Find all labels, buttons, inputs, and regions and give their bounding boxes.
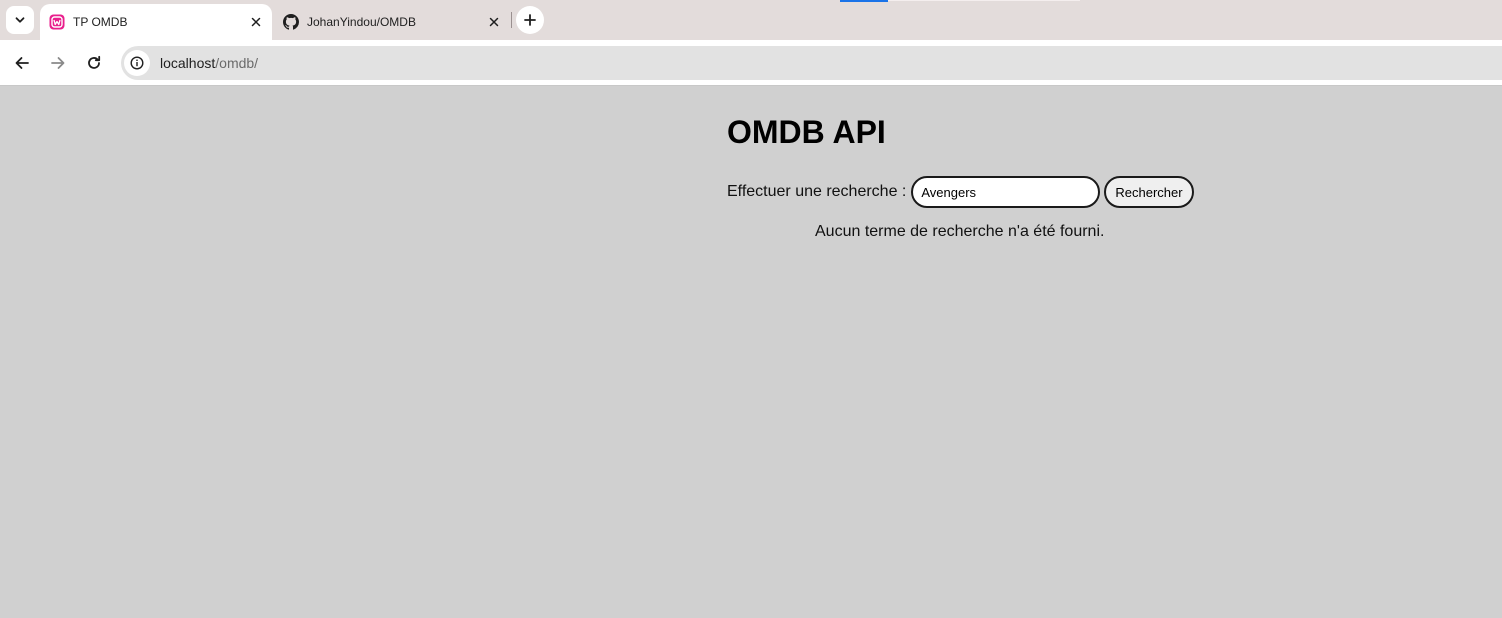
site-info-button[interactable] [124,50,150,76]
close-icon[interactable] [484,12,504,32]
reload-button[interactable] [80,49,108,77]
tab-github-omdb[interactable]: JohanYindou/OMDB [274,4,510,40]
chevron-down-icon [15,17,25,23]
status-message: Aucun terme de recherche n'a été fourni. [815,223,1105,240]
info-icon [130,56,144,70]
url-text: localhost/omdb/ [160,55,258,71]
window-accent-line-light [888,0,1080,1]
plus-icon [524,14,536,26]
new-tab-button[interactable] [516,6,544,34]
tab-title: TP OMDB [73,15,128,29]
forward-button[interactable] [44,49,72,77]
tab-search-button[interactable] [6,6,34,34]
page-title: OMDB API [727,114,886,150]
arrow-left-icon [15,57,29,69]
close-icon[interactable] [246,12,266,32]
wamp-icon [49,14,65,30]
url-host: localhost [160,55,216,71]
tab-strip: TP OMDB JohanYindou/OMDB [0,0,1502,40]
arrow-right-icon [51,57,65,69]
page-content: OMDB API Effectuer une recherche : Reche… [0,86,1502,618]
tab-separator [511,12,512,28]
reload-icon [88,55,101,69]
browser-toolbar: localhost/omdb/ [0,40,1502,86]
github-icon [283,14,299,30]
address-bar[interactable]: localhost/omdb/ [121,46,1502,80]
search-button[interactable]: Rechercher [1104,176,1194,208]
search-input[interactable] [911,176,1101,208]
back-button[interactable] [8,49,36,77]
search-label: Effectuer une recherche : [727,183,907,200]
tab-title: JohanYindou/OMDB [307,15,416,29]
search-form: Effectuer une recherche : Rechercher [727,176,1194,208]
tab-tp-omdb[interactable]: TP OMDB [40,4,272,40]
window-accent-line [840,0,888,2]
url-path: /omdb/ [215,55,259,71]
